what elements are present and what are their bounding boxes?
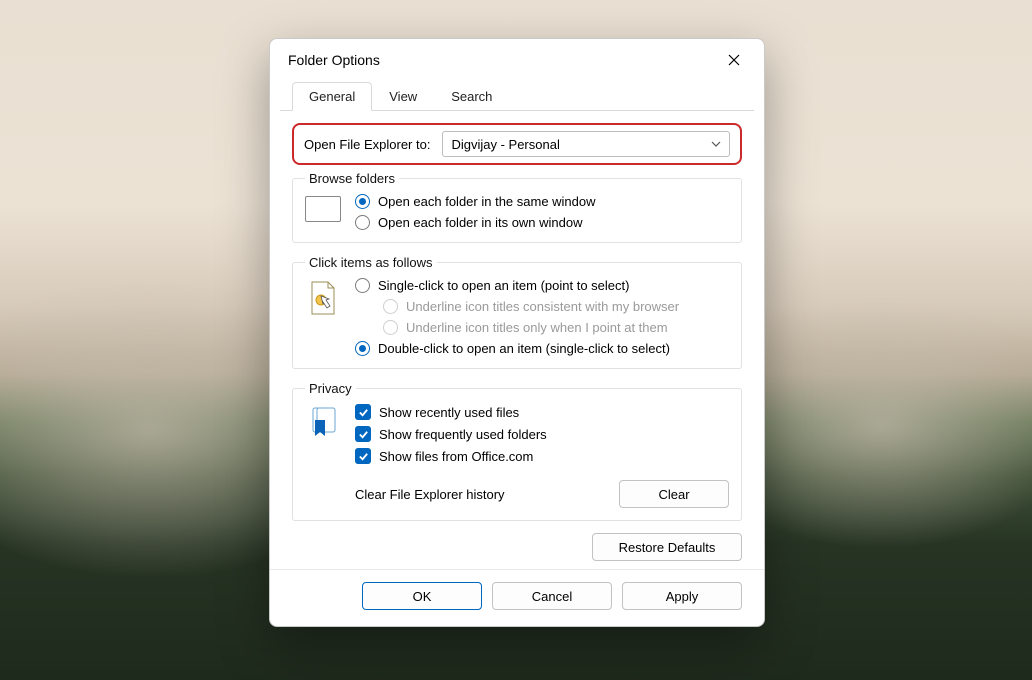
radio-label: Open each folder in its own window — [378, 215, 583, 230]
apply-button[interactable]: Apply — [622, 582, 742, 610]
open-explorer-label: Open File Explorer to: — [304, 137, 430, 152]
radio-icon — [383, 299, 398, 314]
radio-label: Double-click to open an item (single-cli… — [378, 341, 670, 356]
radio-icon — [355, 194, 370, 209]
click-items-legend: Click items as follows — [305, 255, 437, 270]
radio-icon — [383, 320, 398, 335]
dropdown-value: Digvijay - Personal — [451, 137, 711, 152]
browse-folders-group: Browse folders Open each folder in the s… — [292, 171, 742, 243]
radio-same-window[interactable]: Open each folder in the same window — [355, 194, 729, 209]
radio-single-click[interactable]: Single-click to open an item (point to s… — [355, 278, 729, 293]
radio-underline-browser: Underline icon titles consistent with my… — [383, 299, 729, 314]
click-page-icon — [305, 278, 341, 316]
radio-label: Open each folder in the same window — [378, 194, 596, 209]
privacy-icon — [305, 404, 341, 440]
restore-defaults-button[interactable]: Restore Defaults — [592, 533, 742, 561]
radio-double-click[interactable]: Double-click to open an item (single-cli… — [355, 341, 729, 356]
radio-underline-point: Underline icon titles only when I point … — [383, 320, 729, 335]
check-frequent-folders[interactable]: Show frequently used folders — [355, 426, 729, 442]
open-explorer-dropdown[interactable]: Digvijay - Personal — [442, 131, 730, 157]
privacy-group: Privacy Show — [292, 381, 742, 521]
browse-folders-legend: Browse folders — [305, 171, 399, 186]
titlebar[interactable]: Folder Options — [270, 39, 764, 81]
radio-icon — [355, 278, 370, 293]
checkbox-icon — [355, 426, 371, 442]
radio-label: Underline icon titles only when I point … — [406, 320, 668, 335]
checkbox-icon — [355, 404, 371, 420]
folder-options-dialog: Folder Options General View Search Open … — [269, 38, 765, 627]
chevron-down-icon — [711, 139, 721, 149]
radio-label: Underline icon titles consistent with my… — [406, 299, 679, 314]
desktop-wallpaper: Folder Options General View Search Open … — [0, 0, 1032, 680]
click-items-group: Click items as follows Single- — [292, 255, 742, 369]
radio-own-window[interactable]: Open each folder in its own window — [355, 215, 729, 230]
tab-content: Open File Explorer to: Digvijay - Person… — [270, 111, 764, 569]
folder-window-icon — [305, 194, 341, 222]
open-explorer-row: Open File Explorer to: Digvijay - Person… — [292, 123, 742, 165]
checkbox-label: Show frequently used folders — [379, 427, 547, 442]
privacy-legend: Privacy — [305, 381, 356, 396]
radio-icon — [355, 215, 370, 230]
close-icon — [728, 54, 740, 66]
dialog-footer: OK Cancel Apply — [270, 569, 764, 626]
clear-button[interactable]: Clear — [619, 480, 729, 508]
tab-general[interactable]: General — [292, 82, 372, 111]
radio-icon — [355, 341, 370, 356]
tab-view[interactable]: View — [372, 82, 434, 111]
checkbox-label: Show recently used files — [379, 405, 519, 420]
cancel-button[interactable]: Cancel — [492, 582, 612, 610]
tab-strip: General View Search — [280, 81, 754, 111]
close-button[interactable] — [714, 45, 754, 75]
check-office-files[interactable]: Show files from Office.com — [355, 448, 729, 464]
check-recent-files[interactable]: Show recently used files — [355, 404, 729, 420]
radio-label: Single-click to open an item (point to s… — [378, 278, 629, 293]
dialog-title: Folder Options — [288, 52, 714, 68]
tab-search[interactable]: Search — [434, 82, 509, 111]
checkbox-icon — [355, 448, 371, 464]
clear-history-label: Clear File Explorer history — [355, 487, 505, 502]
ok-button[interactable]: OK — [362, 582, 482, 610]
checkbox-label: Show files from Office.com — [379, 449, 533, 464]
